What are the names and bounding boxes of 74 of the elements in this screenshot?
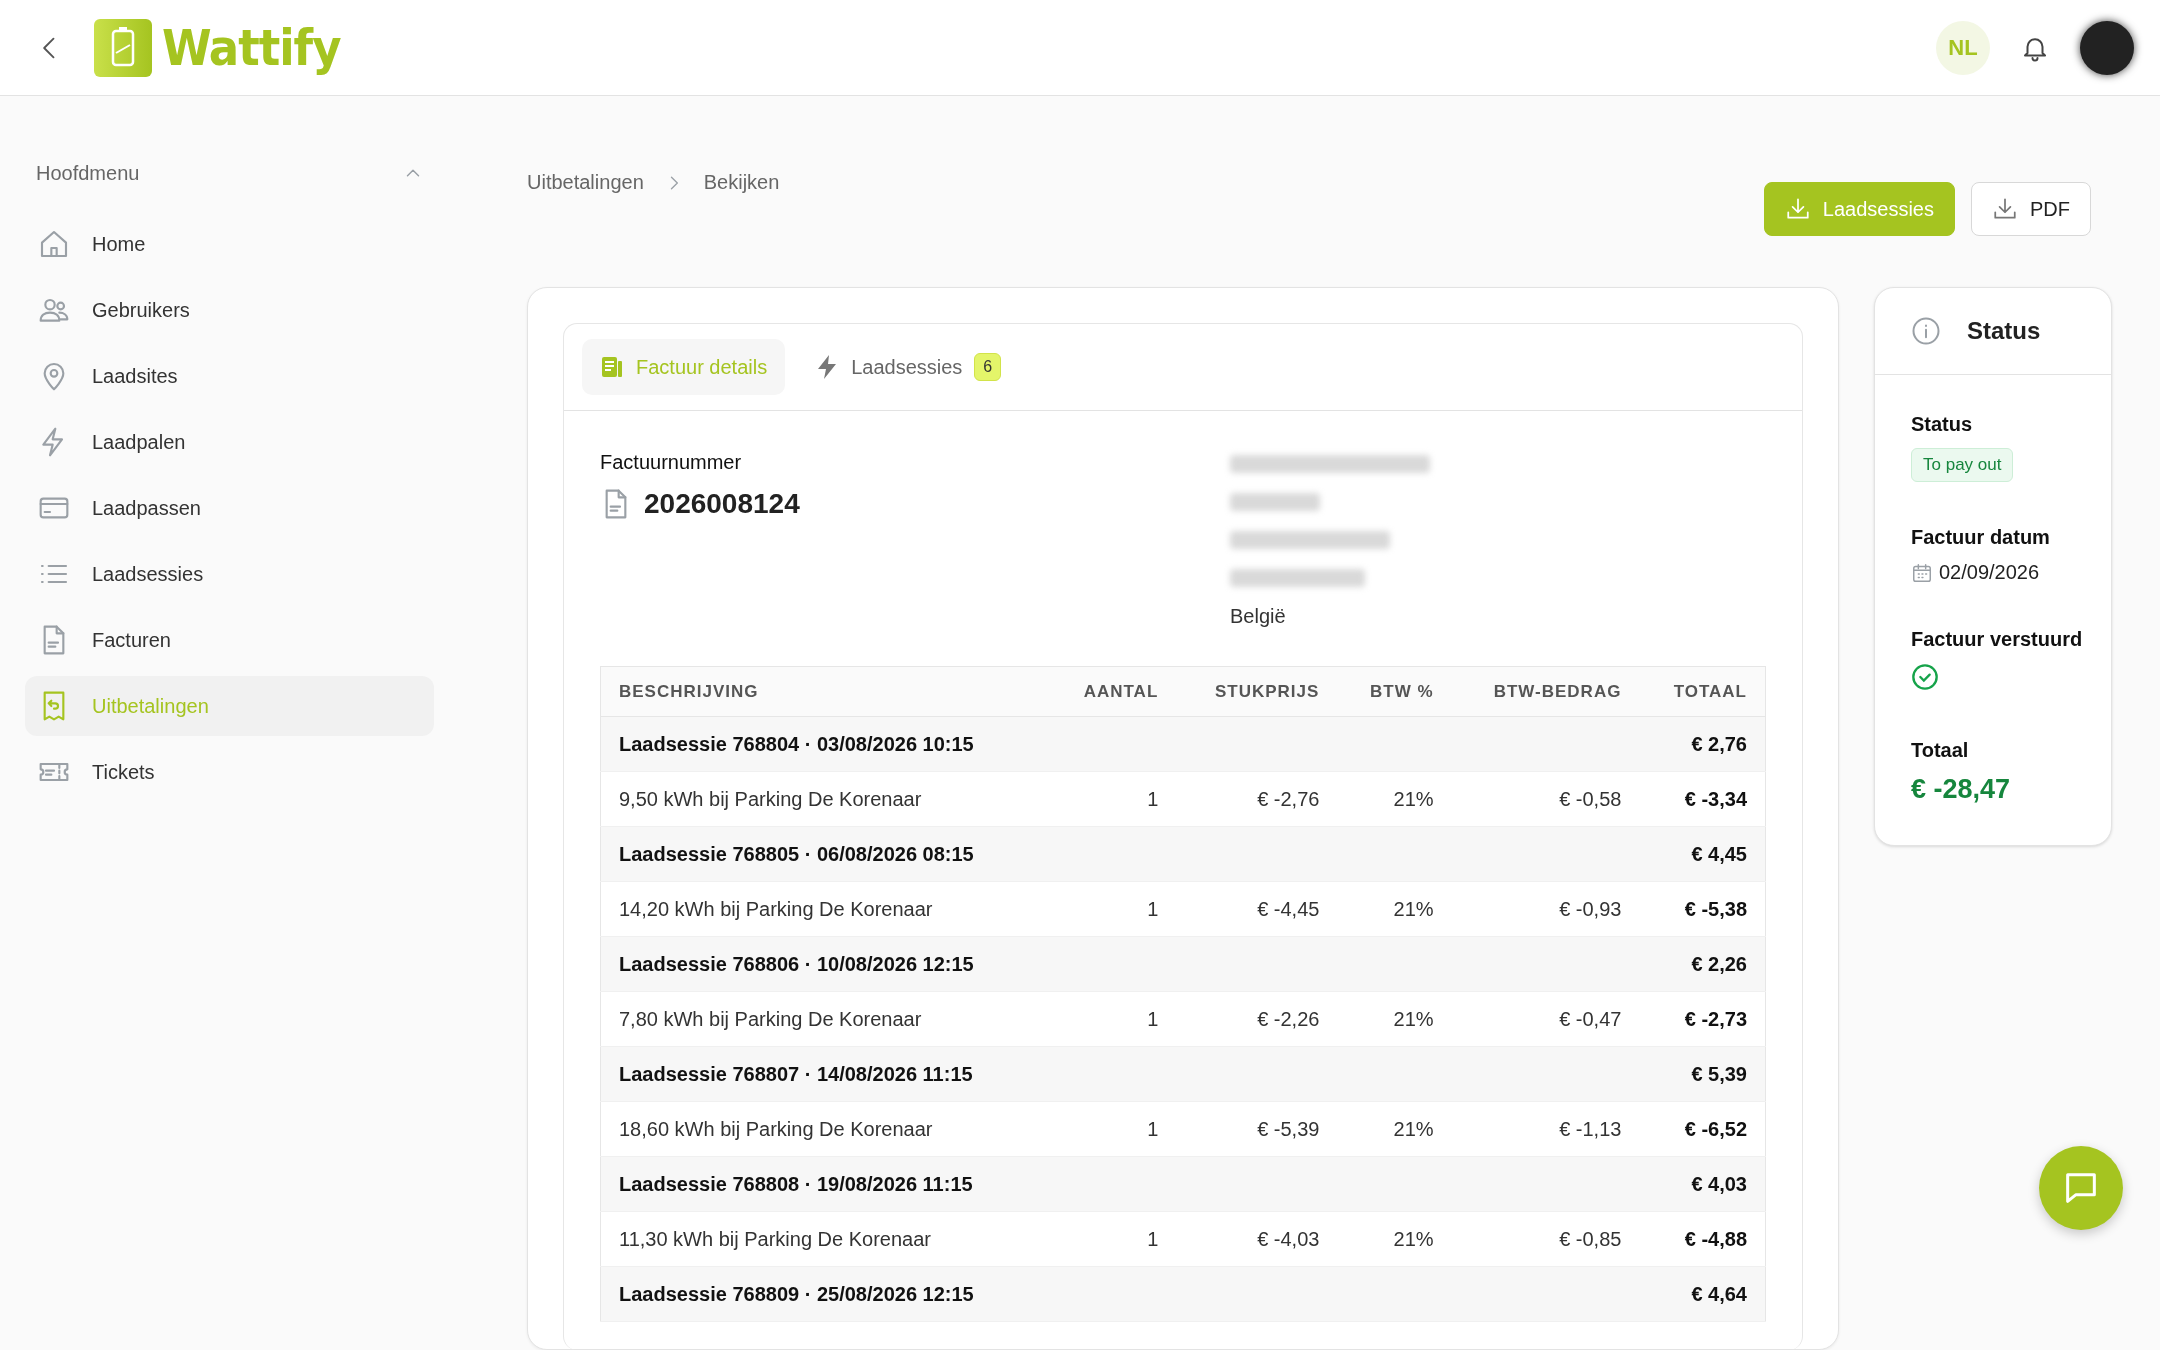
- field-label: Factuur datum: [1911, 526, 2051, 549]
- table-cell: Laadsessie 768808 · 19/08/2026 11:15: [619, 1172, 973, 1195]
- table-cell: 9,50 kWh bij Parking De Korenaar: [619, 787, 922, 810]
- column-header: AANTAL: [1049, 666, 1177, 717]
- table-cell: € -0,47: [1559, 1007, 1622, 1030]
- table-cell: 21%: [1393, 897, 1434, 920]
- table-cell: € -2,26: [1257, 1007, 1320, 1030]
- table-cell: Laadsessie 768807 · 14/08/2026 11:15: [619, 1062, 973, 1085]
- table-cell: € 4,45: [1691, 842, 1747, 865]
- table-cell: Laadsessie 768809 · 25/08/2026 12:15: [619, 1282, 974, 1305]
- table-cell: € -4,03: [1257, 1227, 1320, 1250]
- menu-heading: Hoofdmenu: [36, 161, 140, 185]
- table-cell: € -0,93: [1559, 897, 1622, 920]
- status-badge: To pay out: [1911, 448, 2014, 482]
- table-cell: € 4,03: [1691, 1172, 1747, 1195]
- table-cell: € -1,13: [1559, 1117, 1622, 1140]
- table-cell: Laadsessie 768806 · 10/08/2026 12:15: [619, 952, 974, 975]
- sidebar-item[interactable]: Tickets: [25, 742, 434, 802]
- breadcrumb-link[interactable]: Uitbetalingen: [527, 171, 644, 194]
- table-cell: € -3,34: [1684, 787, 1747, 810]
- count-badge: 6: [974, 353, 1002, 381]
- table-cell: 1: [1147, 787, 1159, 810]
- table-cell: 14,20 kWh bij Parking De Korenaar: [619, 897, 933, 920]
- sidebar-item[interactable]: Home: [25, 214, 434, 274]
- field-label: Status: [1911, 413, 1974, 436]
- sidebar-item[interactable]: Laadsites: [25, 346, 434, 406]
- invoice-number: 2026008124: [644, 488, 800, 520]
- table-cell: Laadsessie 768804 · 03/08/2026 10:15: [619, 732, 974, 755]
- address-country: België: [1230, 605, 1287, 628]
- table-cell: 1: [1147, 897, 1159, 920]
- field-label: Totaal: [1911, 739, 1970, 762]
- table-cell: 11,30 kWh bij Parking De Korenaar: [619, 1227, 931, 1250]
- table-cell: € -2,76: [1257, 787, 1320, 810]
- table-cell: € -4,88: [1684, 1227, 1747, 1250]
- table-cell: € 5,39: [1691, 1062, 1747, 1085]
- table-cell: 21%: [1393, 1007, 1434, 1030]
- table-cell: € 2,26: [1691, 952, 1747, 975]
- table-cell: € -5,39: [1257, 1117, 1320, 1140]
- table-cell: Laadsessie 768805 · 06/08/2026 08:15: [619, 842, 974, 865]
- breadcrumb-current: Bekijken: [703, 171, 780, 194]
- table-cell: 7,80 kWh bij Parking De Korenaar: [619, 1007, 922, 1030]
- table-cell: € 4,64: [1691, 1282, 1747, 1305]
- card-title: Status: [1967, 317, 2041, 345]
- sidebar-item[interactable]: Laadpassen: [25, 478, 434, 538]
- sidebar-item[interactable]: Laadpalen: [25, 412, 434, 472]
- table-cell: € 2,76: [1691, 732, 1747, 755]
- table-cell: € -0,58: [1559, 787, 1622, 810]
- table-cell: 1: [1147, 1007, 1159, 1030]
- total-amount: € -28,47: [1911, 774, 2012, 805]
- sidebar-item[interactable]: Gebruikers: [25, 280, 434, 340]
- logo-text: Wattify: [162, 18, 341, 77]
- table-cell: € -5,38: [1684, 897, 1747, 920]
- table-cell: € -4,45: [1257, 897, 1320, 920]
- table-cell: € -6,52: [1684, 1117, 1747, 1140]
- column-header: BTW-BEDRAG: [1451, 666, 1640, 717]
- field-label: Factuur verstuurd: [1911, 628, 2084, 651]
- table-cell: 21%: [1393, 787, 1434, 810]
- field-label: Factuurnummer: [600, 451, 743, 474]
- sidebar-item[interactable]: Facturen: [25, 610, 434, 670]
- column-header: TOTAAL: [1639, 666, 1766, 717]
- table-cell: 18,60 kWh bij Parking De Korenaar: [619, 1117, 933, 1140]
- column-header: BTW %: [1337, 666, 1452, 717]
- table-cell: 1: [1147, 1117, 1159, 1140]
- date-value: 02/09/2026: [1939, 561, 2040, 584]
- sidebar-item[interactable]: Laadsessies: [25, 544, 434, 604]
- download-pdf-button[interactable]: PDF: [1971, 182, 2091, 236]
- column-header: STUKPRIJS: [1176, 666, 1338, 717]
- table-cell: € -0,85: [1559, 1227, 1622, 1250]
- column-header: BESCHRIJVING: [600, 666, 1050, 717]
- table-cell: 1: [1147, 1227, 1159, 1250]
- table-cell: 21%: [1393, 1227, 1434, 1250]
- table-cell: € -2,73: [1684, 1007, 1747, 1030]
- tab[interactable]: Laadsessies 6: [797, 339, 1020, 395]
- table-cell: 21%: [1393, 1117, 1434, 1140]
